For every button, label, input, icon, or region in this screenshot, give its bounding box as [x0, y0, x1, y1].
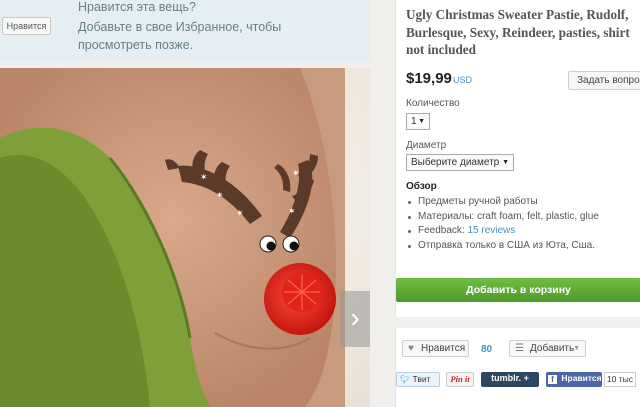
- add-to-cart-button[interactable]: Добавить в корзину: [396, 278, 640, 302]
- svg-text:✶: ✶: [292, 169, 300, 179]
- product-image[interactable]: ✶ ✶ ✶ ✶ ✶ ›: [0, 68, 370, 407]
- list-item: Материалы: craft foam, felt, plastic, gl…: [406, 210, 599, 225]
- quantity-label: Количество: [406, 98, 460, 109]
- feedback-label: Feedback:: [418, 225, 468, 236]
- like-label: Нравится: [421, 343, 466, 354]
- list-item: Предметы ручной работы: [406, 195, 599, 210]
- product-price: $19,99: [406, 70, 452, 87]
- add-to-list-button[interactable]: ☰ Добавить ▼: [509, 340, 586, 357]
- facebook-like-button[interactable]: f Нравится: [546, 372, 602, 387]
- quantity-select[interactable]: 1 ▼: [406, 113, 430, 130]
- favorite-button[interactable]: Нравится: [2, 17, 51, 35]
- overview-list: Предметы ручной работы Материалы: craft …: [406, 195, 599, 253]
- tweet-button[interactable]: 🐦︎ Твит: [396, 372, 440, 387]
- list-item: Отправка только в США из Юта, Сша.: [406, 239, 599, 254]
- chevron-down-icon: ▼: [502, 159, 509, 166]
- overview-title: Обзор: [406, 181, 437, 192]
- tumblr-button[interactable]: tumblr. +: [481, 372, 539, 387]
- facebook-like-label: Нравится: [561, 373, 602, 383]
- diameter-value: Выберите диаметр: [411, 157, 500, 168]
- currency-link[interactable]: USD: [453, 75, 472, 85]
- favorite-banner: Нравится Нравится эта вещь? Добавьте в с…: [0, 0, 370, 62]
- favorite-title: Нравится эта вещь?: [78, 0, 196, 14]
- reviews-link[interactable]: 15 reviews: [467, 225, 515, 236]
- twitter-bird-icon: 🐦︎: [400, 375, 411, 384]
- add-label: Добавить: [530, 343, 575, 354]
- next-image-arrow[interactable]: ›: [340, 291, 370, 347]
- like-button[interactable]: ♥ Нравится: [402, 340, 469, 357]
- product-photo-illustration: ✶ ✶ ✶ ✶ ✶: [0, 68, 370, 407]
- diameter-select[interactable]: Выберите диаметр ▼: [406, 154, 514, 171]
- svg-text:✶: ✶: [236, 209, 244, 219]
- social-panel: ♥ Нравится 80 ☰ Добавить ▼ 🐦︎ Твит Pin i…: [395, 328, 640, 407]
- facebook-icon: f: [548, 375, 557, 384]
- favorite-text: Добавьте в свое Избранное, чтобы просмот…: [78, 20, 282, 52]
- product-panel: Ugly Christmas Sweater Pastie, Rudolf, B…: [395, 0, 640, 317]
- pinit-button[interactable]: Pin it: [446, 372, 474, 387]
- quantity-value: 1: [411, 116, 417, 127]
- svg-text:✶: ✶: [216, 191, 224, 201]
- chevron-down-icon: ▼: [573, 345, 580, 352]
- diameter-label: Диаметр: [406, 140, 447, 151]
- like-count: 80: [481, 344, 493, 355]
- list-item: Feedback: 15 reviews: [406, 224, 599, 239]
- chevron-down-icon: ▼: [418, 118, 425, 125]
- facebook-like-count: 10 тыс: [604, 372, 636, 387]
- svg-text:✶: ✶: [200, 173, 208, 183]
- heart-icon: ♥: [408, 343, 414, 354]
- list-icon: ☰: [515, 343, 524, 354]
- product-title: Ugly Christmas Sweater Pastie, Rudolf, B…: [406, 7, 630, 57]
- ask-question-button[interactable]: Задать вопрос: [568, 71, 640, 90]
- tweet-label: Твит: [412, 374, 431, 384]
- svg-text:✶: ✶: [288, 207, 296, 217]
